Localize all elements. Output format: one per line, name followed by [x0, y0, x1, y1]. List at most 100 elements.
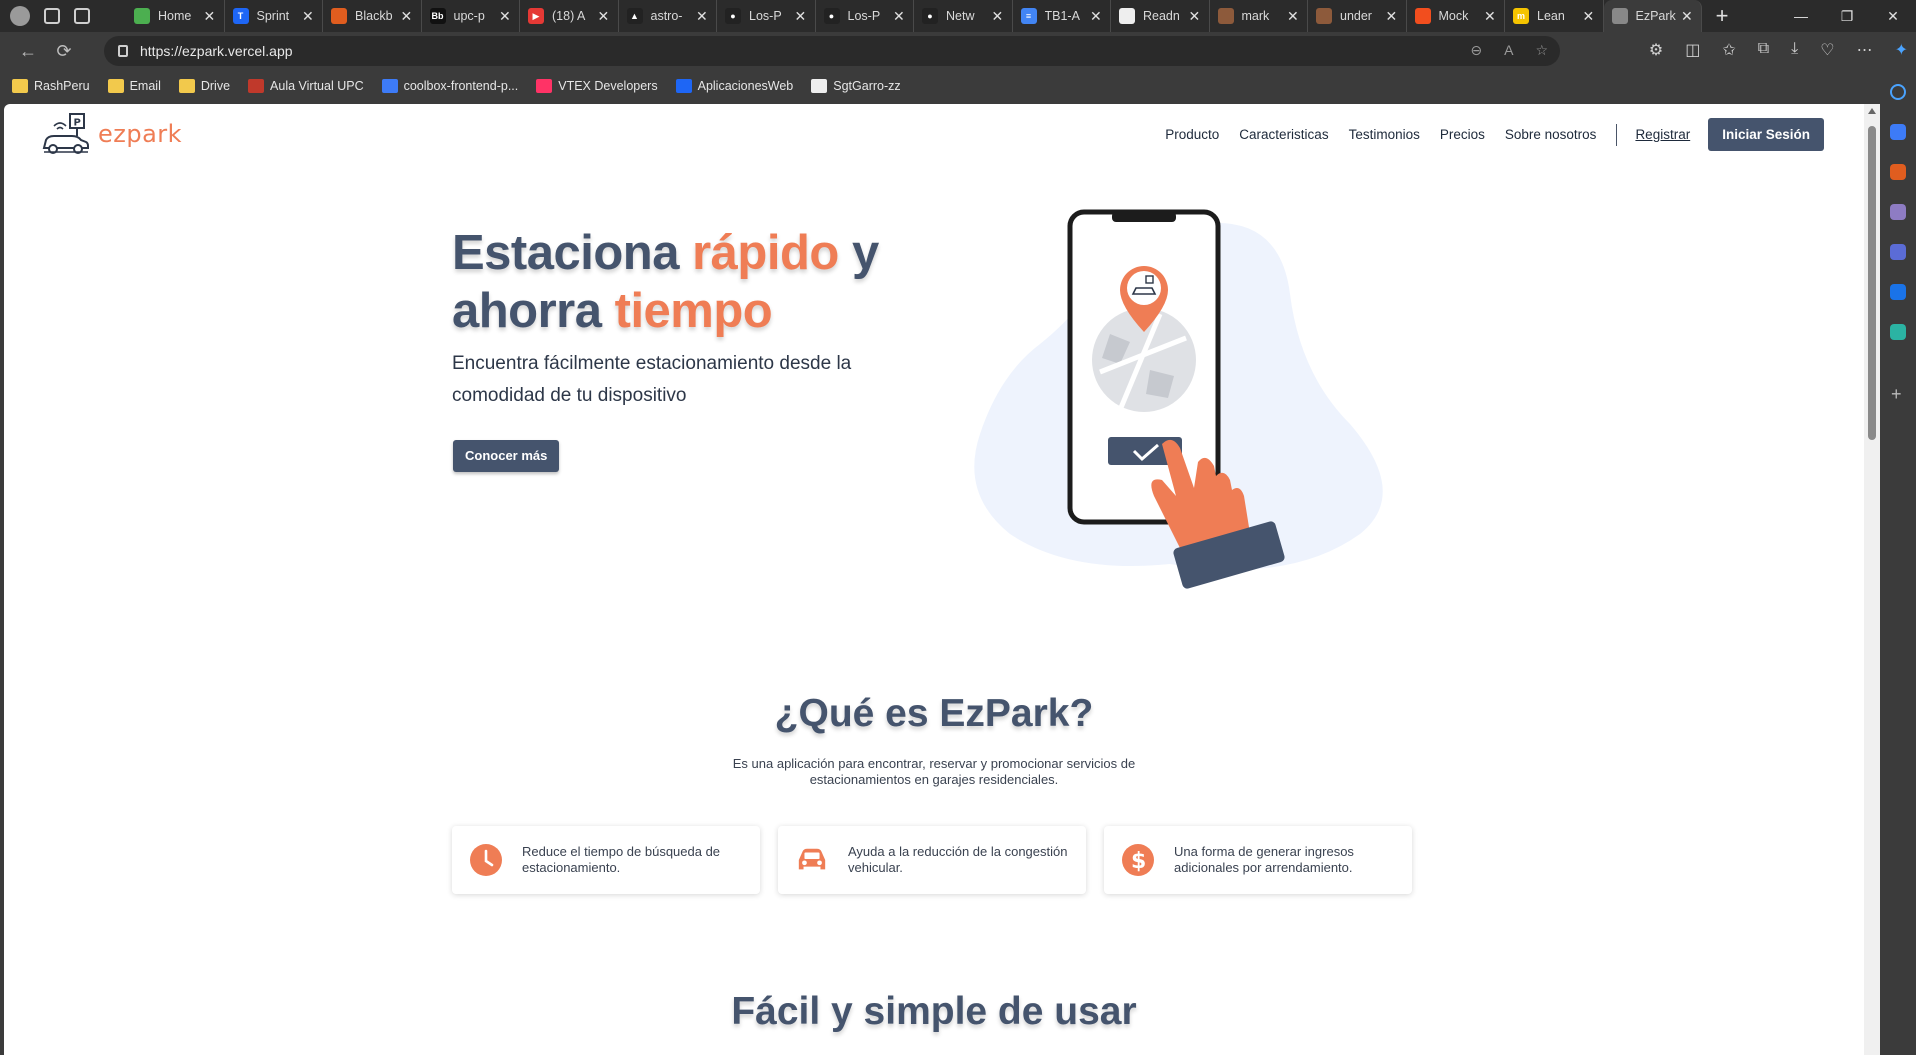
copilot-icon[interactable]: ✦ [1895, 40, 1908, 60]
register-link[interactable]: Registrar [1635, 127, 1690, 142]
bookmark-label: Email [129, 79, 161, 93]
drop-icon[interactable] [1890, 324, 1906, 340]
close-tab-icon[interactable]: ✕ [1484, 8, 1496, 25]
nav-link[interactable]: Producto [1165, 127, 1219, 142]
close-tab-icon[interactable]: ✕ [893, 8, 905, 25]
browser-tab[interactable]: under ✕ [1308, 0, 1407, 32]
dollar-icon: $ [1122, 844, 1154, 876]
nav-link[interactable]: Precios [1440, 127, 1485, 142]
new-tab-button[interactable]: + [1702, 3, 1742, 29]
browser-tab[interactable]: Bb upc-p ✕ [422, 0, 520, 32]
browser-tab[interactable]: mark ✕ [1210, 0, 1308, 32]
browser-tab[interactable]: ● Los-P ✕ [816, 0, 914, 32]
close-tab-icon[interactable]: ✕ [795, 8, 807, 25]
games-icon[interactable] [1890, 204, 1906, 220]
tab-favicon-icon: ● [823, 8, 840, 24]
close-tab-icon[interactable]: ✕ [992, 8, 1004, 25]
address-url[interactable]: https://ezpark.vercel.app [140, 43, 293, 59]
svg-text:P: P [74, 118, 81, 129]
bookmark-item[interactable]: Email [107, 79, 161, 93]
browser-tab[interactable]: m Lean ✕ [1505, 0, 1604, 32]
read-aloud-icon[interactable]: A [1504, 42, 1513, 59]
page-viewport: P ezpark Producto Caracteristicas Testimon… [4, 104, 1864, 1055]
bookmark-item[interactable]: AplicacionesWeb [675, 79, 793, 93]
tab-actions-icon[interactable] [74, 8, 90, 24]
close-tab-icon[interactable]: ✕ [1090, 8, 1102, 25]
close-tab-icon[interactable]: ✕ [401, 8, 413, 25]
shopping-icon[interactable] [1890, 124, 1906, 140]
bookmark-item[interactable]: SgtGarro-zz [811, 79, 901, 93]
collections-icon[interactable]: ⧉ [1758, 40, 1769, 60]
scrollbar-thumb[interactable] [1868, 126, 1876, 440]
tab-title: TB1-A [1044, 9, 1080, 23]
downloads-icon[interactable]: ⤓ [1791, 40, 1798, 60]
favorites-icon[interactable]: ✩ [1722, 40, 1735, 60]
site-logo[interactable]: P ezpark [40, 112, 182, 156]
tab-favicon-icon: ● [725, 8, 741, 24]
more-menu-icon[interactable]: ⋯ [1857, 40, 1873, 60]
bookmark-item[interactable]: Drive [178, 79, 230, 93]
close-tab-icon[interactable]: ✕ [1386, 8, 1398, 25]
browser-tab[interactable]: ● Los-P ✕ [717, 0, 816, 32]
split-screen-icon[interactable]: ◫ [1685, 40, 1700, 60]
browser-tab[interactable]: ▲ astro- ✕ [619, 0, 717, 32]
browser-tab[interactable]: ▶ (18) A ✕ [520, 0, 619, 32]
tab-strip-leading [0, 6, 126, 26]
restore-button[interactable]: ❐ [1824, 0, 1870, 32]
close-tab-icon[interactable]: ✕ [204, 8, 216, 25]
page-scrollbar[interactable] [1864, 104, 1880, 1055]
close-tab-icon[interactable]: ✕ [1681, 8, 1693, 25]
performance-icon[interactable]: ♡ [1820, 40, 1834, 60]
nav-link[interactable]: Caracteristicas [1239, 127, 1328, 142]
browser-tab[interactable]: T Sprint ✕ [225, 0, 323, 32]
hero-subtitle: Encuentra fácilmente estacionamiento des… [452, 353, 852, 406]
login-button[interactable]: Iniciar Sesión [1708, 118, 1824, 151]
tab-title: upc-p [453, 9, 485, 23]
close-tab-icon[interactable]: ✕ [1287, 8, 1299, 25]
tab-title: Netw [946, 9, 975, 23]
bookmark-item[interactable]: coolbox-frontend-p... [381, 79, 518, 93]
browser-tab[interactable]: ● Netw ✕ [914, 0, 1013, 32]
tab-favicon-icon [331, 8, 347, 24]
bookmark-icon [811, 79, 828, 93]
search-icon[interactable] [1890, 84, 1906, 100]
address-bar[interactable]: https://ezpark.vercel.app ⊖ A ☆ [104, 36, 1560, 66]
close-tab-icon[interactable]: ✕ [598, 8, 610, 25]
nav-link[interactable]: Testimonios [1349, 127, 1420, 142]
workspaces-icon[interactable] [44, 8, 60, 24]
bookmark-item[interactable]: VTEX Developers [536, 79, 658, 93]
close-tab-icon[interactable]: ✕ [696, 8, 708, 25]
microsoft-365-icon[interactable] [1890, 244, 1906, 260]
bookmark-item[interactable]: Aula Virtual UPC [248, 79, 364, 93]
browser-tab[interactable]: ≡ TB1-A ✕ [1013, 0, 1111, 32]
tab-title: astro- [650, 9, 683, 23]
close-tab-icon[interactable]: ✕ [499, 8, 511, 25]
browser-tab[interactable]: Home ✕ [126, 0, 225, 32]
tab-title: Los-P [749, 9, 782, 23]
outlook-icon[interactable] [1890, 284, 1906, 300]
extensions-icon[interactable]: ⚙ [1649, 40, 1663, 60]
tools-icon[interactable] [1890, 164, 1906, 180]
close-window-button[interactable]: ✕ [1870, 0, 1916, 32]
back-button[interactable]: ← [10, 41, 46, 62]
learn-more-button[interactable]: Conocer más [453, 440, 560, 472]
browser-tab[interactable]: Blackb ✕ [323, 0, 422, 32]
minimize-button[interactable]: — [1778, 0, 1824, 32]
close-tab-icon[interactable]: ✕ [302, 8, 314, 25]
bookmark-item[interactable]: RashPeru [12, 79, 90, 93]
refresh-button[interactable]: ⟳ [46, 41, 82, 62]
profile-avatar[interactable] [10, 6, 30, 26]
scroll-up-arrow[interactable] [1868, 108, 1876, 114]
bookmark-label: Aula Virtual UPC [270, 79, 364, 93]
browser-tab[interactable]: Readn ✕ [1111, 0, 1210, 32]
close-tab-icon[interactable]: ✕ [1583, 8, 1595, 25]
favorite-star-icon[interactable]: ☆ [1535, 42, 1548, 59]
nav-link[interactable]: Sobre nosotros [1505, 127, 1597, 142]
browser-tab[interactable]: Mock ✕ [1407, 0, 1505, 32]
toolbar-icons: ⚙ ◫ ✩ ⧉ ⤓ ♡ ⋯ ✦ [1649, 40, 1908, 60]
tab-favicon-icon [1414, 8, 1431, 24]
close-tab-icon[interactable]: ✕ [1189, 8, 1201, 25]
add-sidebar-app-icon[interactable]: + [1891, 384, 1902, 405]
browser-tab[interactable]: EzPark ✕ [1603, 0, 1702, 32]
zoom-icon[interactable]: ⊖ [1470, 42, 1482, 59]
